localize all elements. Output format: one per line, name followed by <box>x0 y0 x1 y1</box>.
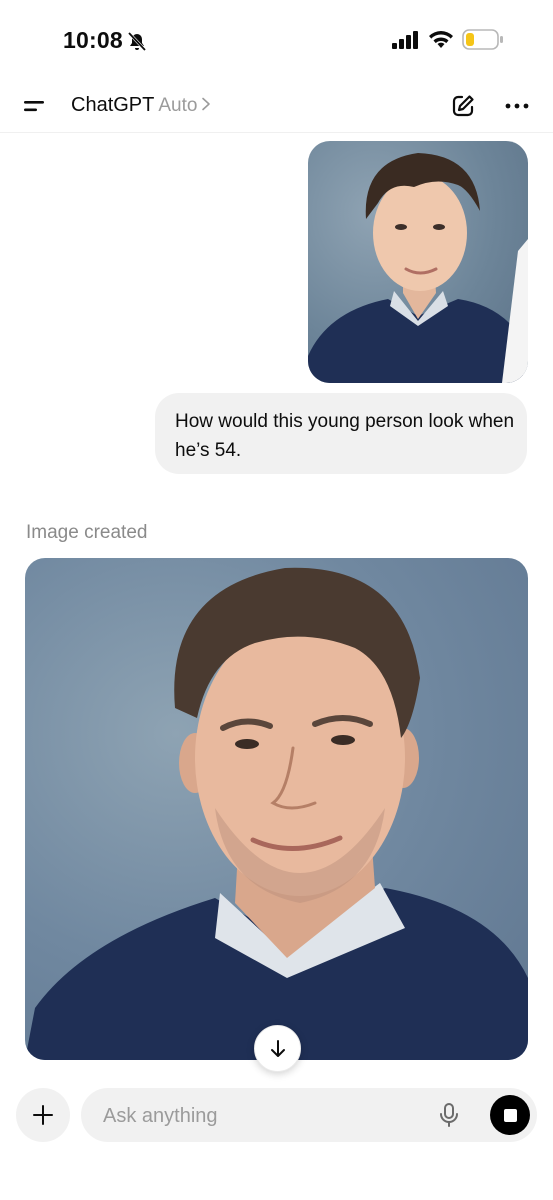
status-bar: 10:08 <box>0 0 553 80</box>
new-chat-icon[interactable] <box>450 93 476 119</box>
more-icon[interactable] <box>503 94 531 118</box>
model-selector[interactable]: ChatGPT Auto <box>71 94 211 117</box>
mic-icon[interactable] <box>438 1102 460 1128</box>
wifi-icon <box>429 31 453 48</box>
model-label: Auto <box>158 95 198 116</box>
status-time: 10:08 <box>63 27 123 53</box>
scroll-to-bottom-button[interactable] <box>254 1025 301 1072</box>
app-title: ChatGPT <box>71 94 155 116</box>
battery-low-icon <box>462 29 503 50</box>
top-nav-bar: ChatGPT Auto <box>0 80 553 133</box>
older-portrait-illustration <box>25 567 528 1060</box>
menu-icon[interactable] <box>22 96 48 116</box>
plus-icon <box>33 1105 53 1125</box>
signal-icon <box>392 31 418 49</box>
message-input[interactable] <box>101 1088 425 1144</box>
bell-slash-icon <box>127 31 147 52</box>
generated-image[interactable] <box>25 558 528 1060</box>
young-portrait-illustration <box>308 153 528 383</box>
attach-button[interactable] <box>16 1088 70 1142</box>
composer-bar <box>81 1088 537 1144</box>
user-message-bubble: How would this young person look when he… <box>155 393 527 474</box>
stop-icon <box>503 1108 517 1122</box>
user-uploaded-photo[interactable] <box>308 141 528 383</box>
chevron-right-icon <box>202 97 211 111</box>
user-message-text: How would this young person look when he… <box>175 411 515 461</box>
stop-button[interactable] <box>490 1095 530 1135</box>
image-created-label: Image created <box>26 522 148 543</box>
arrow-down-icon <box>270 1039 285 1057</box>
